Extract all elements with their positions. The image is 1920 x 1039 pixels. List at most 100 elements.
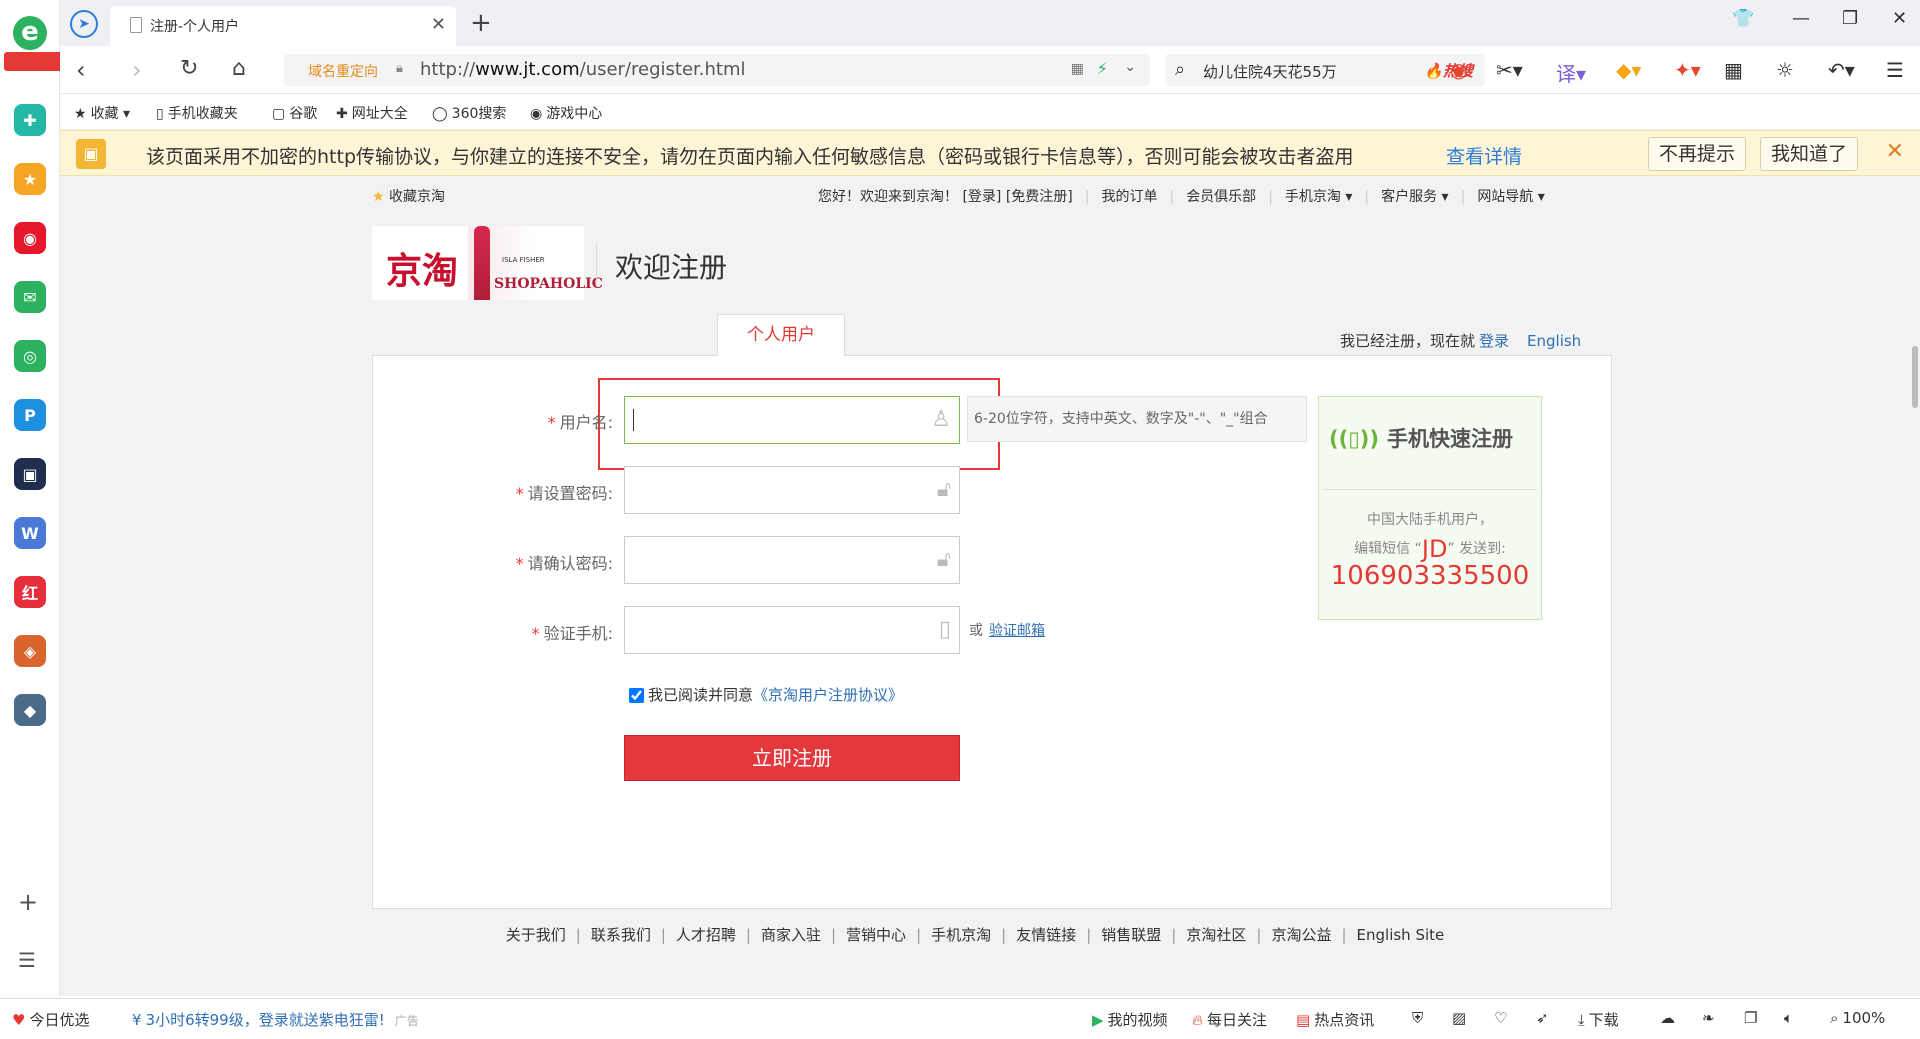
- football-data-icon[interactable]: ▣: [14, 458, 46, 490]
- green-app-icon[interactable]: ◎: [14, 340, 46, 372]
- today-picks[interactable]: ♥ 今日优选: [12, 1009, 89, 1030]
- daily-focus[interactable]: 🔥︎ 每日关注: [1192, 1009, 1267, 1030]
- brightness-icon[interactable]: ☼: [1776, 58, 1794, 82]
- footer-link[interactable]: 京淘公益: [1271, 926, 1331, 944]
- add-app-icon[interactable]: +: [18, 888, 38, 916]
- menu-list-icon[interactable]: ☰: [18, 948, 36, 972]
- skin-shirt-icon[interactable]: 👕: [1732, 8, 1754, 29]
- color-circle-icon[interactable]: ◉: [1450, 58, 1467, 82]
- warning-close-icon[interactable]: ✕: [1886, 139, 1904, 164]
- footer-link[interactable]: 京淘社区: [1186, 926, 1246, 944]
- site-logo[interactable]: 京淘 ISLA FISHER SHOPAHOLIC: [372, 226, 603, 300]
- promo-text[interactable]: ¥3小时6转99级，登录就送紫电狂雷! 广告: [132, 1009, 419, 1030]
- footer-link[interactable]: 手机京淘: [931, 926, 991, 944]
- more-menu-icon[interactable]: ☰: [1886, 58, 1904, 82]
- security-shield-icon[interactable]: ⛨: [1412, 1009, 1423, 1027]
- agreement-checkbox[interactable]: [629, 688, 644, 703]
- mail-icon[interactable]: ✉: [14, 281, 46, 313]
- site-top-link[interactable]: 您好！欢迎来到京淘！ [登录] [免费注册]: [818, 189, 1073, 205]
- search-box[interactable]: ⌕ 幼儿住院4天花55万 🔥热搜: [1165, 54, 1485, 86]
- address-bar[interactable]: 域名重定向 🔒︎ http://www.jt.com/user/register…: [284, 54, 1150, 86]
- translate-icon[interactable]: 译▾: [1556, 58, 1586, 87]
- no-remind-button[interactable]: 不再提示: [1648, 137, 1747, 171]
- heartbeat-icon[interactable]: ♡: [1494, 1009, 1507, 1027]
- site-top-link[interactable]: 会员俱乐部: [1186, 189, 1256, 205]
- login-link[interactable]: 登录: [1479, 332, 1509, 350]
- page-scrollbar[interactable]: [1910, 176, 1920, 996]
- scissors-icon[interactable]: ✂▾: [1496, 58, 1523, 82]
- word-icon[interactable]: W: [14, 517, 46, 549]
- back-button[interactable]: ‹: [76, 56, 86, 84]
- p-app-icon[interactable]: P: [14, 399, 46, 431]
- login-account-button[interactable]: e 登录账号: [4, 16, 164, 72]
- got-it-button[interactable]: 我知道了: [1760, 137, 1859, 171]
- xiaohongshu-icon[interactable]: 红: [14, 576, 46, 608]
- hot-news[interactable]: ▤ 热点资讯: [1296, 1009, 1374, 1030]
- undo-icon[interactable]: ↶▾: [1828, 58, 1855, 82]
- download-button[interactable]: ⤓ 下载: [1578, 1009, 1619, 1030]
- footer-link[interactable]: 联系我们: [591, 926, 651, 944]
- star-icon[interactable]: ★: [14, 163, 46, 195]
- shield-coin-icon[interactable]: ◆▾: [1616, 58, 1641, 82]
- redirect-label[interactable]: 域名重定向: [308, 61, 378, 81]
- forward-button[interactable]: ›: [132, 56, 142, 84]
- scroll-thumb[interactable]: [1912, 346, 1918, 408]
- site-top-link[interactable]: 手机京淘 ▾: [1285, 189, 1352, 205]
- site-top-link[interactable]: 我的订单: [1101, 189, 1157, 205]
- insecure-icon[interactable]: 🔒︎: [396, 61, 403, 76]
- minimize-button[interactable]: —: [1792, 8, 1810, 29]
- cloud-icon[interactable]: ☁: [1660, 1009, 1675, 1027]
- footer-link[interactable]: English Site: [1357, 926, 1445, 944]
- bookmark-item[interactable]: ▯ 手机收藏夹: [156, 103, 238, 123]
- home-button[interactable]: ⌂: [232, 56, 246, 81]
- footer-link[interactable]: 人才招聘: [676, 926, 736, 944]
- agreement-link[interactable]: 《京淘用户注册协议》: [753, 686, 903, 704]
- confirm-password-input[interactable]: 🔓︎: [624, 536, 960, 584]
- warning-details-link[interactable]: 查看详情: [1446, 142, 1522, 169]
- footer-link[interactable]: 商家入驻: [761, 926, 821, 944]
- register-button[interactable]: 立即注册: [624, 735, 960, 781]
- bookmark-item[interactable]: ▢ 谷歌: [272, 103, 317, 123]
- volume-icon[interactable]: 🔈︎: [1784, 1009, 1793, 1027]
- reload-button[interactable]: ↻: [180, 56, 198, 81]
- restore-button[interactable]: ❐: [1842, 8, 1858, 29]
- footer-link[interactable]: 友情链接: [1016, 926, 1076, 944]
- tab-close-icon[interactable]: ✕: [431, 14, 446, 35]
- image-icon[interactable]: ▨: [1452, 1009, 1466, 1027]
- my-video[interactable]: ▶ 我的视频: [1092, 1009, 1168, 1030]
- english-link[interactable]: English: [1527, 332, 1581, 350]
- gamepad-icon[interactable]: ✦▾: [1674, 58, 1701, 82]
- bookmark-item[interactable]: ★ 收藏 ▾: [74, 103, 130, 123]
- site-top-link[interactable]: 客户服务 ▾: [1381, 189, 1448, 205]
- new-tab-button[interactable]: +: [470, 8, 492, 38]
- speed-mode-icon[interactable]: ⚡: [1097, 59, 1108, 78]
- address-dropdown-icon[interactable]: ⌄: [1124, 59, 1136, 75]
- bookmark-item[interactable]: ◉ 游戏中心: [530, 103, 602, 123]
- footer-link[interactable]: 营销中心: [846, 926, 906, 944]
- footer-link[interactable]: 销售联盟: [1101, 926, 1161, 944]
- bookmark-item[interactable]: ✚ 网址大全: [336, 103, 408, 123]
- site-top-link[interactable]: 网站导航 ▾: [1477, 189, 1544, 205]
- footer-link[interactable]: 关于我们: [506, 926, 566, 944]
- zoom-level[interactable]: ⌕ 100%: [1830, 1009, 1885, 1027]
- url-text[interactable]: http://www.jt.com/user/register.html: [420, 59, 746, 80]
- search-query[interactable]: 幼儿住院4天花55万: [1203, 61, 1337, 82]
- bookmark-item[interactable]: ◯ 360搜索: [432, 103, 506, 123]
- weibo-icon[interactable]: ◉: [14, 222, 46, 254]
- rocket-icon[interactable]: ➶: [1536, 1009, 1549, 1027]
- apps-grid-icon[interactable]: ▦: [1724, 58, 1743, 82]
- password-input[interactable]: 🔓︎: [624, 466, 960, 514]
- favorite-site-link[interactable]: ★ 收藏京淘: [372, 186, 445, 206]
- username-input[interactable]: ♙: [624, 396, 960, 444]
- window-icon[interactable]: ❐: [1744, 1009, 1757, 1027]
- qr-code-icon[interactable]: ▦: [1071, 61, 1084, 77]
- tab-personal-user[interactable]: 个人用户: [717, 314, 845, 356]
- leaf-icon[interactable]: ❧: [1702, 1009, 1715, 1027]
- game-icon[interactable]: ◈: [14, 635, 46, 667]
- verify-email-link[interactable]: 验证邮箱: [989, 623, 1045, 639]
- plus-cross-icon[interactable]: ✚: [14, 104, 46, 136]
- phone-input[interactable]: ▯: [624, 606, 960, 654]
- navigation-compass-icon[interactable]: ➤: [70, 10, 98, 38]
- close-window-button[interactable]: ✕: [1892, 8, 1907, 29]
- game2-icon[interactable]: ◆: [14, 694, 46, 726]
